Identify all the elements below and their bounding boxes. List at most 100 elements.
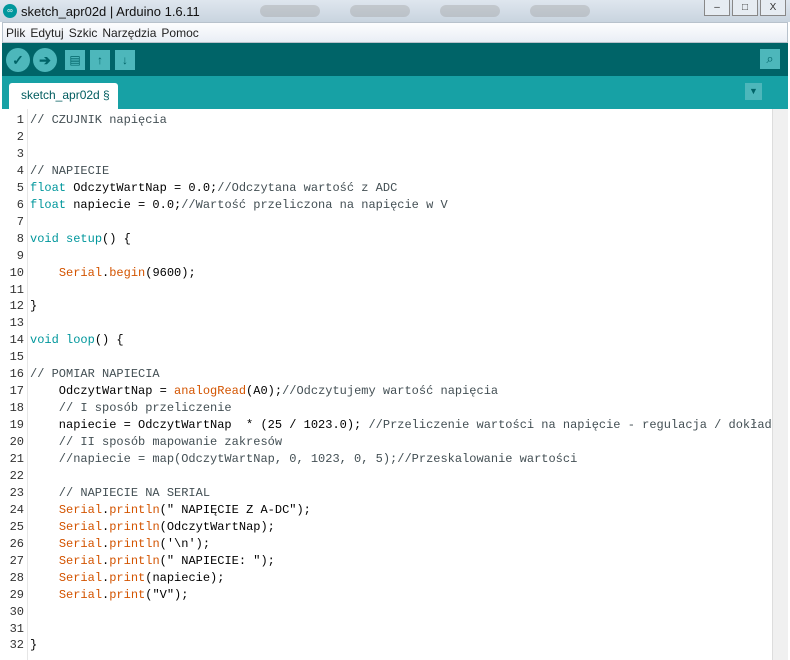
code-line: 27 Serial.println(" NAPIECIE: "); bbox=[2, 553, 772, 570]
code-text: (9600); bbox=[145, 265, 196, 280]
code-line: 4 // NAPIECIE bbox=[2, 163, 772, 180]
serial-monitor-button[interactable]: ⌕ bbox=[760, 49, 780, 69]
tab-sketch[interactable]: sketch_apr02d § bbox=[9, 83, 118, 109]
code-line: 22 bbox=[2, 468, 772, 485]
code-line: 13 bbox=[2, 315, 772, 332]
vertical-scrollbar[interactable] bbox=[772, 109, 788, 660]
window-title: sketch_apr02d | Arduino 1.6.11 bbox=[21, 3, 200, 19]
code-comment: // CZUJNIK napięcia bbox=[30, 113, 167, 127]
code-line: 9 bbox=[2, 248, 772, 265]
code-keyword: float bbox=[30, 197, 67, 212]
arduino-logo-icon: ∞ bbox=[3, 4, 17, 18]
line-number: 26 bbox=[9, 536, 24, 551]
code-comment: // II sposób mapowanie zakresów bbox=[30, 435, 283, 450]
code-function: Serial bbox=[58, 570, 103, 585]
line-number: 21 bbox=[9, 452, 24, 466]
code-function: Serial bbox=[58, 536, 103, 551]
line-number: 7 bbox=[16, 214, 24, 229]
code-text: (napiecie); bbox=[145, 570, 225, 585]
line-number: 27 bbox=[9, 553, 24, 568]
line-number: 30 bbox=[9, 604, 24, 619]
code-function: begin bbox=[109, 265, 146, 280]
code-line: 21 //napiecie = map(OdczytWartNap, 0, 10… bbox=[2, 451, 772, 468]
code-line: 8 void setup() { bbox=[2, 231, 772, 248]
code-line: 20 // II sposób mapowanie zakresów bbox=[2, 434, 772, 451]
line-number: 31 bbox=[9, 621, 24, 636]
code-keyword: float bbox=[30, 180, 67, 195]
code-function: print bbox=[109, 570, 146, 585]
code-function: Serial bbox=[58, 265, 103, 280]
code-editor[interactable]: 1// CZUJNIK napięcia 2 3 4// NAPIECIE 5 float… bbox=[2, 109, 772, 660]
new-button[interactable]: ▤ bbox=[65, 49, 85, 70]
menu-edytuj[interactable]: Edytuj bbox=[30, 26, 63, 40]
line-number: 5 bbox=[16, 180, 24, 195]
code-line: 17 OdczytWartNap = analogRead(A0);//Odcz… bbox=[2, 383, 772, 400]
verify-button[interactable]: ✓ bbox=[6, 47, 30, 72]
line-number: 23 bbox=[9, 485, 24, 500]
code-line: 19 napiecie = OdczytWartNap * (25 / 1023… bbox=[2, 417, 772, 434]
maximize-button[interactable]: □ bbox=[732, 0, 758, 16]
code-comment: //Przeliczenie wartości na napięcie - re… bbox=[368, 418, 772, 433]
code-line: 32} bbox=[2, 637, 772, 654]
menu-plik[interactable]: Plik bbox=[6, 26, 25, 40]
menu-szkic[interactable]: Szkic bbox=[69, 26, 98, 40]
line-number: 4 bbox=[16, 163, 24, 178]
line-number: 11 bbox=[9, 282, 24, 297]
code-line: 18 // I sposób przeliczenie bbox=[2, 400, 772, 417]
code-text: OdczytWartNap = 0.0; bbox=[66, 180, 218, 195]
line-number: 6 bbox=[16, 197, 24, 212]
line-number: 16 bbox=[9, 367, 24, 382]
code-text: (" NAPIECIE: "); bbox=[159, 553, 275, 568]
code-line: 15 bbox=[2, 349, 772, 366]
code-keyword: void bbox=[30, 231, 59, 246]
code-comment: //Odczytana wartość z ADC bbox=[217, 180, 398, 195]
code-line: 29 Serial.print("V"); bbox=[2, 587, 772, 604]
tab-menu-button[interactable]: ▼ bbox=[745, 83, 762, 100]
code-comment: // NAPIECIE NA SERIAL bbox=[30, 485, 211, 500]
code-line: 30 bbox=[2, 604, 772, 621]
code-line: 1 // CZUJNIK napięcia bbox=[2, 112, 772, 129]
code-function: analogRead bbox=[174, 384, 247, 399]
line-number: 13 bbox=[9, 316, 24, 331]
toolbar: ✓ ➔ ▤ ↑ ↓ ⌕ bbox=[2, 43, 788, 76]
code-line: 31 bbox=[2, 621, 772, 638]
line-number: 20 bbox=[9, 435, 24, 450]
code-line: 24 Serial.println(" NAPIĘCIE Z A-DC"); bbox=[2, 502, 772, 519]
line-number: 12 bbox=[9, 299, 24, 314]
upload-button[interactable]: ➔ bbox=[33, 47, 57, 72]
save-button[interactable]: ↓ bbox=[115, 49, 135, 70]
open-button[interactable]: ↑ bbox=[90, 49, 110, 70]
menu-pomoc[interactable]: Pomoc bbox=[161, 26, 198, 40]
code-text: } bbox=[30, 299, 38, 314]
line-number: 28 bbox=[9, 570, 24, 585]
menu-bar: Plik Edytuj Szkic Narzędzia Pomoc bbox=[2, 22, 788, 43]
code-function: print bbox=[109, 587, 146, 602]
code-function: Serial bbox=[58, 587, 103, 602]
minimize-button[interactable]: – bbox=[704, 0, 730, 16]
close-button[interactable]: X bbox=[760, 0, 786, 16]
line-number: 8 bbox=[16, 231, 24, 246]
line-number: 19 bbox=[9, 418, 24, 433]
line-number: 24 bbox=[9, 502, 24, 517]
menu-narzedzia[interactable]: Narzędzia bbox=[102, 26, 156, 40]
code-comment: //Wartość przeliczona na napięcie w V bbox=[181, 197, 448, 212]
code-keyword: void bbox=[30, 333, 59, 348]
line-number: 29 bbox=[9, 587, 24, 602]
code-keyword: setup bbox=[66, 231, 103, 246]
code-text: ('\n'); bbox=[159, 536, 211, 551]
code-line: 5 float OdczytWartNap = 0.0;//Odczytana w… bbox=[2, 180, 772, 197]
tab-bar: sketch_apr02d § ▼ bbox=[2, 76, 788, 109]
code-line: 12} bbox=[2, 298, 772, 315]
taskbar-tabs bbox=[259, 5, 590, 17]
code-text: (" NAPIĘCIE Z A-DC"); bbox=[159, 502, 311, 517]
line-number: 14 bbox=[9, 333, 24, 348]
code-comment: // POMIAR NAPIECIA bbox=[30, 367, 160, 382]
code-function: println bbox=[109, 519, 160, 534]
code-function: Serial bbox=[58, 519, 103, 534]
code-text: napiecie = OdczytWartNap * (25 / 1023.0)… bbox=[30, 418, 369, 433]
